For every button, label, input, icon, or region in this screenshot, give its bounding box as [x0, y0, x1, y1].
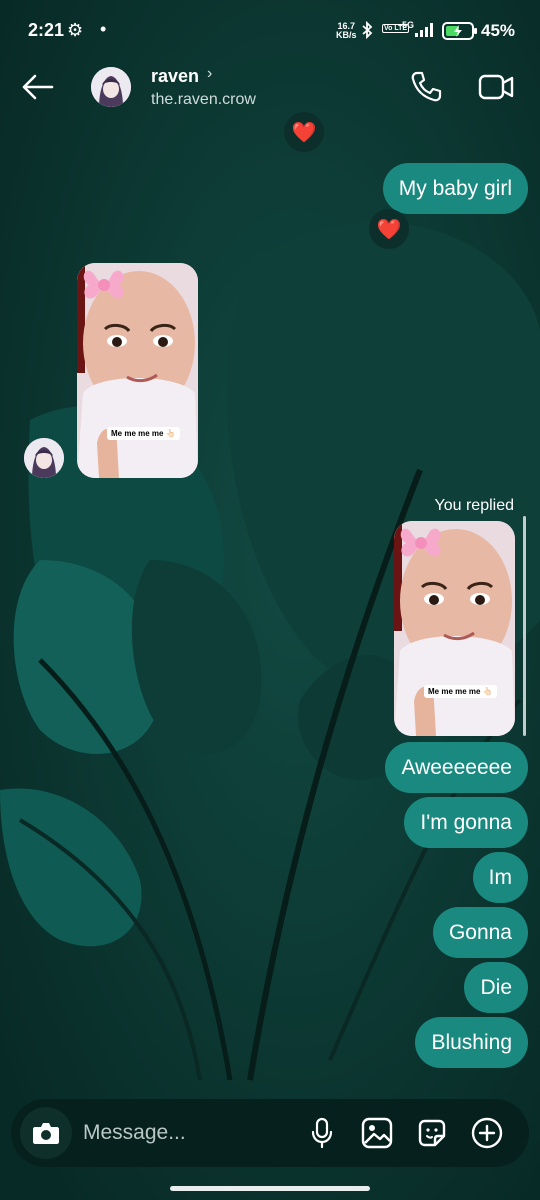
message-input[interactable] — [83, 1113, 283, 1153]
more-button[interactable] — [469, 1115, 505, 1151]
sticker-button[interactable] — [414, 1115, 450, 1151]
scrollbar[interactable] — [523, 516, 526, 736]
chat-header: raven › the.raven.crow — [0, 62, 540, 118]
battery-icon — [442, 22, 477, 40]
microphone-icon — [311, 1117, 333, 1149]
sent-message[interactable]: Blushing — [415, 1017, 528, 1068]
replied-story[interactable]: Me me me me 👆🏻 — [394, 521, 515, 736]
gallery-button[interactable] — [359, 1115, 395, 1151]
battery-percent: 45% — [481, 21, 516, 40]
network-speed: 16.7 KB/s — [336, 22, 357, 40]
notification-dot: • — [100, 19, 107, 39]
message-thread[interactable]: ❤️ My baby girl ❤️ Me me me me 👆🏻 You re… — [0, 112, 540, 1098]
sender-avatar[interactable] — [24, 438, 64, 478]
story-caption: Me me me me 👆🏻 — [424, 685, 497, 698]
camera-button[interactable] — [20, 1107, 72, 1159]
chevron-right-icon[interactable]: › — [207, 65, 212, 83]
heart-reaction-icon: ❤️ — [291, 121, 317, 144]
camera-icon — [33, 1123, 59, 1144]
sticker-icon — [418, 1119, 446, 1147]
reaction-badge[interactable]: ❤️ — [284, 112, 324, 152]
story-caption: Me me me me 👆🏻 — [107, 427, 180, 440]
sent-message[interactable]: Aweeeeeee — [385, 742, 528, 793]
plus-circle-icon — [471, 1117, 503, 1149]
signal-icon — [415, 23, 433, 37]
status-bar: 2:21 ⚙ • 16.7 KB/s Vo LTE 5G 45% — [0, 0, 540, 62]
story-image — [394, 521, 515, 736]
you-replied-label: You replied — [434, 497, 514, 514]
sent-message[interactable]: Im — [472, 852, 528, 903]
heart-reaction-icon: ❤️ — [376, 218, 402, 241]
avatar[interactable] — [91, 67, 131, 107]
received-story[interactable]: Me me me me 👆🏻 — [77, 263, 198, 478]
bluetooth-icon — [362, 21, 373, 39]
microphone-button[interactable] — [304, 1115, 340, 1151]
video-camera-icon[interactable] — [477, 70, 515, 104]
back-arrow-icon[interactable] — [20, 72, 56, 102]
contact-name[interactable]: raven — [151, 66, 199, 87]
message-composer — [11, 1099, 529, 1167]
phone-icon[interactable] — [409, 70, 443, 104]
gear-icon: ⚙ — [67, 20, 84, 40]
story-image — [77, 263, 198, 478]
sent-message[interactable]: Gonna — [432, 907, 528, 958]
status-time: 2:21 — [28, 20, 65, 40]
avatar-illustration — [24, 438, 64, 478]
contact-username[interactable]: the.raven.crow — [151, 91, 256, 109]
network-speed-unit: KB/s — [336, 30, 357, 40]
sent-message[interactable]: Die — [464, 962, 528, 1013]
sent-message[interactable]: I'm gonna — [404, 797, 528, 848]
image-icon — [361, 1117, 393, 1149]
avatar-illustration — [91, 67, 131, 107]
network-type: 5G — [402, 20, 415, 30]
reaction-badge[interactable]: ❤️ — [369, 209, 409, 249]
home-indicator[interactable] — [170, 1186, 370, 1191]
sent-message[interactable]: My baby girl — [382, 163, 528, 214]
